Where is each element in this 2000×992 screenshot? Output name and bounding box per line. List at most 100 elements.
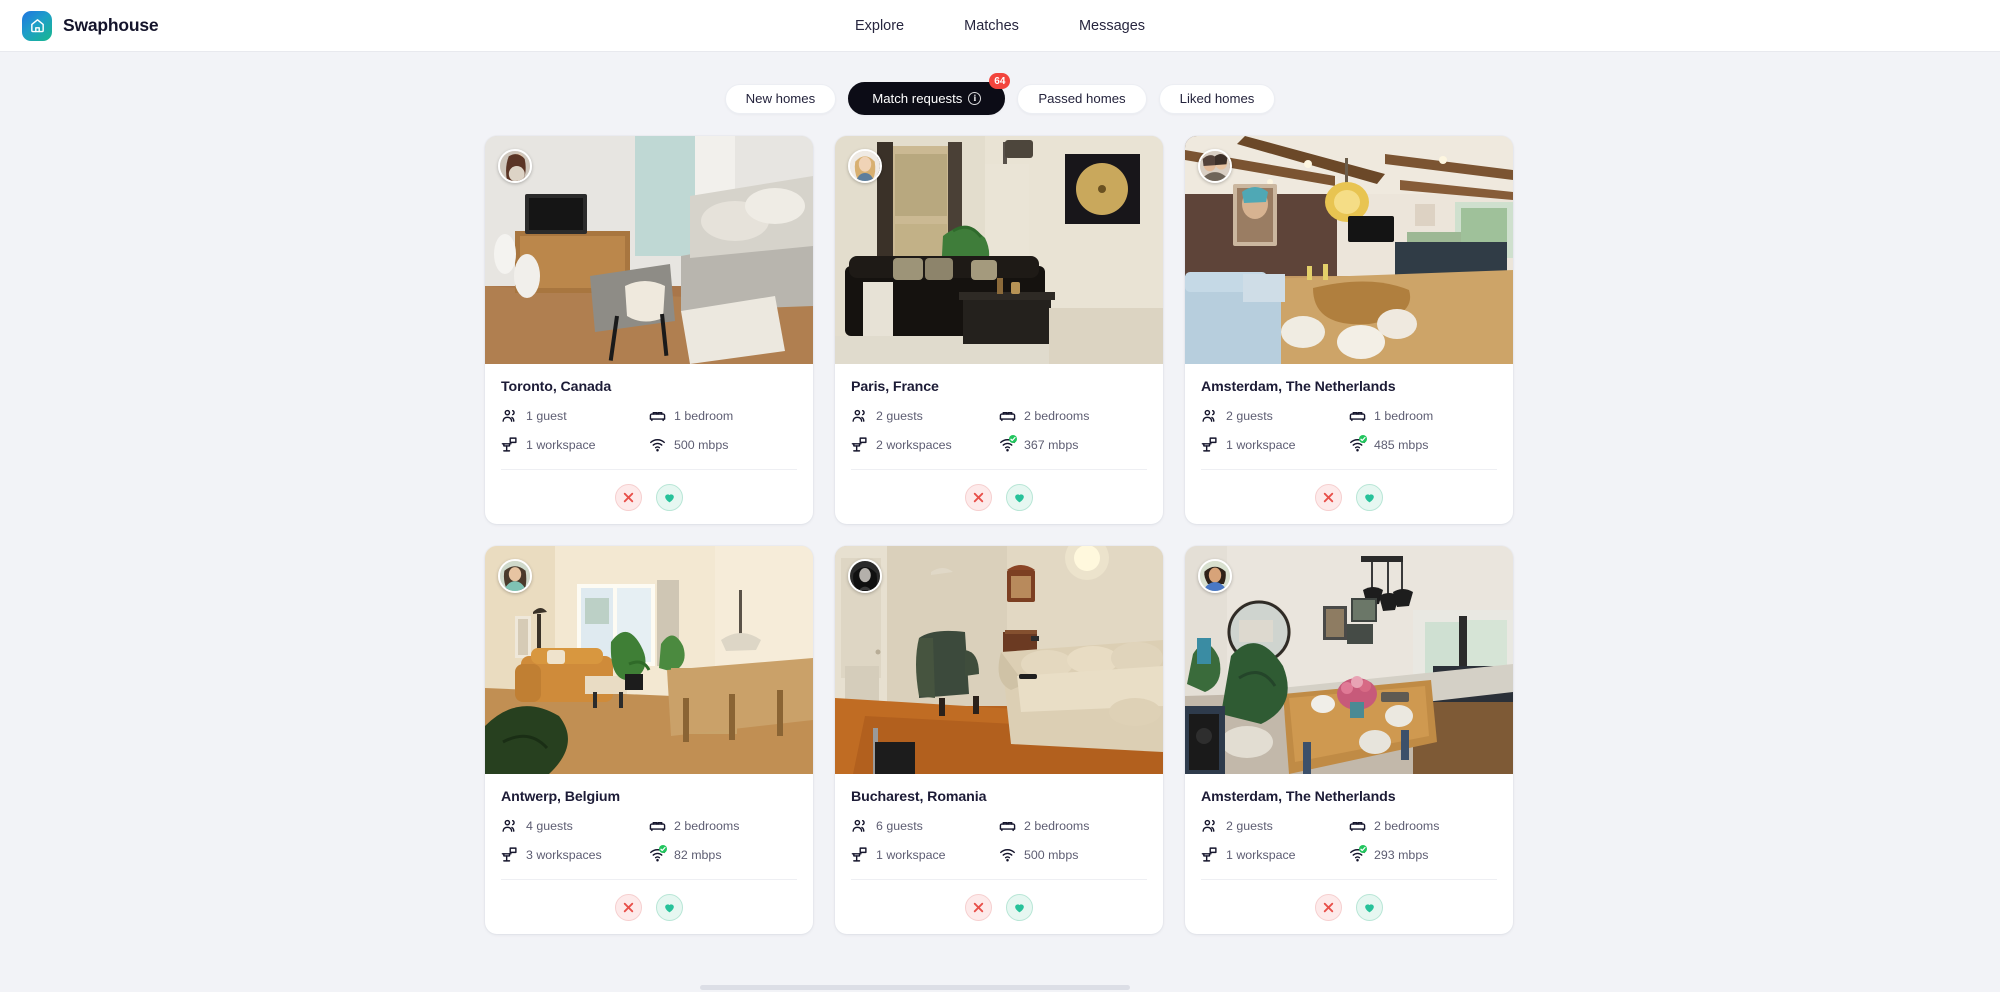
nav-explore[interactable]: Explore <box>853 14 906 38</box>
wifi-icon <box>1349 845 1367 863</box>
listing-title: Amsterdam, The Netherlands <box>1201 379 1396 395</box>
listing-photo[interactable] <box>835 546 1163 774</box>
card-actions <box>501 469 797 524</box>
workspace-icon <box>851 846 868 863</box>
listing-photo[interactable] <box>835 136 1163 364</box>
listing-title: Paris, France <box>851 379 939 395</box>
avatar[interactable] <box>848 149 882 183</box>
spec-bedrooms-label: 1 bedroom <box>674 408 734 423</box>
spec-workspaces: 1 workspace <box>501 436 649 453</box>
brand-name: Swaphouse <box>63 15 159 35</box>
spec-bedrooms-label: 1 bedroom <box>1374 408 1434 423</box>
pass-button[interactable] <box>1315 893 1342 921</box>
living-room-photo <box>835 546 1163 774</box>
card-actions <box>851 469 1147 524</box>
filter-match-requests[interactable]: Match requests i 64 <box>848 73 1011 115</box>
guests-icon <box>1201 817 1218 834</box>
listing-details: Toronto, Canada 1 guest 1 bedroom 1 work… <box>485 364 813 524</box>
spec-workspaces: 1 workspace <box>1201 846 1349 863</box>
like-button[interactable] <box>656 483 683 511</box>
bed-icon <box>649 817 666 834</box>
close-icon <box>623 902 634 912</box>
pass-button[interactable] <box>965 893 992 921</box>
card-actions <box>1201 879 1497 934</box>
listing-card[interactable]: Amsterdam, The Netherlands 2 guests 1 be… <box>1185 136 1513 524</box>
pass-button[interactable] <box>615 483 642 511</box>
avatar[interactable] <box>498 559 532 593</box>
like-button[interactable] <box>656 893 683 921</box>
spec-wifi-label: 485 mbps <box>1374 437 1429 452</box>
nav-messages[interactable]: Messages <box>1077 14 1147 38</box>
match-requests-badge: 64 <box>989 73 1011 89</box>
filter-liked-homes[interactable]: Liked homes <box>1158 83 1276 114</box>
spec-guests-label: 2 guests <box>876 408 923 423</box>
wifi-verified-icon <box>1009 435 1017 443</box>
listing-card[interactable]: Bucharest, Romania 6 guests 2 bedrooms 1… <box>835 546 1163 934</box>
filter-new-homes[interactable]: New homes <box>724 83 837 114</box>
filter-match-requests-label: Match requests <box>872 91 963 106</box>
horizontal-scrollbar[interactable] <box>0 982 2000 992</box>
horizontal-scrollbar-thumb[interactable] <box>700 985 1130 990</box>
listing-card[interactable]: Paris, France 2 guests 2 bedrooms 2 work… <box>835 136 1163 524</box>
guests-icon <box>851 407 868 424</box>
spec-workspaces-label: 1 workspace <box>1226 437 1296 452</box>
spec-guests: 1 guest <box>501 407 649 424</box>
listing-specs: 2 guests 2 bedrooms 2 workspaces 367 mbp… <box>851 407 1147 453</box>
main-nav: Explore Matches Messages <box>853 14 1147 38</box>
wifi-icon <box>649 845 667 863</box>
spec-guests: 6 guests <box>851 817 999 834</box>
spec-workspaces: 2 workspaces <box>851 436 999 453</box>
spec-wifi: 500 mbps <box>649 436 797 453</box>
listing-details: Antwerp, Belgium 4 guests 2 bedrooms 3 w… <box>485 774 813 934</box>
pass-button[interactable] <box>615 893 642 921</box>
wifi-icon <box>999 846 1016 863</box>
listing-specs: 2 guests 1 bedroom 1 workspace 485 mbps <box>1201 407 1497 453</box>
like-button[interactable] <box>1006 893 1033 921</box>
avatar-photo <box>850 151 880 181</box>
avatar[interactable] <box>498 149 532 183</box>
heart-icon <box>1365 493 1374 502</box>
spec-wifi-label: 293 mbps <box>1374 847 1429 862</box>
spec-guests: 2 guests <box>1201 407 1349 424</box>
listing-photo[interactable] <box>485 136 813 364</box>
pass-button[interactable] <box>1315 483 1342 511</box>
living-room-photo <box>485 546 813 774</box>
info-icon[interactable]: i <box>968 92 982 105</box>
avatar[interactable] <box>848 559 882 593</box>
listing-photo[interactable] <box>1185 136 1513 364</box>
nav-matches[interactable]: Matches <box>962 14 1021 38</box>
avatar[interactable] <box>1198 149 1232 183</box>
listing-photo[interactable] <box>1185 546 1513 774</box>
guests-icon <box>1201 407 1218 424</box>
workspace-icon <box>501 436 518 453</box>
guests-icon <box>501 407 518 424</box>
living-room-photo <box>485 136 813 364</box>
heart-icon <box>1015 903 1024 912</box>
spec-guests-label: 2 guests <box>1226 818 1273 833</box>
spec-workspaces-label: 1 workspace <box>526 437 596 452</box>
filter-passed-homes[interactable]: Passed homes <box>1017 83 1147 114</box>
listing-specs: 1 guest 1 bedroom 1 workspace 500 mbps <box>501 407 797 453</box>
avatar-photo <box>850 561 880 591</box>
pass-button[interactable] <box>965 483 992 511</box>
spec-wifi-label: 367 mbps <box>1024 437 1079 452</box>
spec-bedrooms: 2 bedrooms <box>999 817 1147 834</box>
like-button[interactable] <box>1006 483 1033 511</box>
like-button[interactable] <box>1356 893 1383 921</box>
spec-wifi: 367 mbps <box>999 435 1147 453</box>
listing-photo[interactable] <box>485 546 813 774</box>
spec-guests: 4 guests <box>501 817 649 834</box>
like-button[interactable] <box>1356 483 1383 511</box>
spec-workspaces-label: 1 workspace <box>1226 847 1296 862</box>
listing-card[interactable]: Amsterdam, The Netherlands 2 guests 2 be… <box>1185 546 1513 934</box>
filter-liked-homes-label: Liked homes <box>1179 91 1255 106</box>
heart-icon <box>665 903 674 912</box>
listing-title: Amsterdam, The Netherlands <box>1201 789 1396 805</box>
spec-guests-label: 1 guest <box>526 408 567 423</box>
brand-logo[interactable]: Swaphouse <box>22 10 159 41</box>
card-actions <box>501 879 797 934</box>
avatar-photo <box>500 561 530 591</box>
listing-card[interactable]: Toronto, Canada 1 guest 1 bedroom 1 work… <box>485 136 813 524</box>
listing-card[interactable]: Antwerp, Belgium 4 guests 2 bedrooms 3 w… <box>485 546 813 934</box>
avatar[interactable] <box>1198 559 1232 593</box>
